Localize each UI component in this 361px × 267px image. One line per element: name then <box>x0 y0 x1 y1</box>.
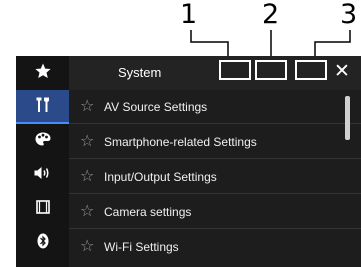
sidebar-item-theme[interactable] <box>16 124 69 158</box>
list-item[interactable]: ☆ AV Source Settings <box>69 90 361 124</box>
list-item-label: Wi-Fi Settings <box>104 240 179 254</box>
header-bar: System ✕ <box>69 56 361 90</box>
favorite-star-icon[interactable]: ☆ <box>80 133 94 149</box>
callout-2: 2 <box>262 0 280 30</box>
sidebar-item-video[interactable] <box>16 192 69 226</box>
list-item[interactable]: ☆ Input/Output Settings <box>69 160 361 194</box>
sidebar <box>16 56 69 267</box>
list-item-label: Input/Output Settings <box>104 170 217 184</box>
bluetooth-icon <box>37 233 49 254</box>
list-item[interactable]: ☆ Camera settings <box>69 195 361 229</box>
sidebar-item-audio[interactable] <box>16 158 69 192</box>
list-item-label: Smartphone-related Settings <box>104 135 257 149</box>
page-title: System <box>118 65 162 80</box>
favorite-star-icon[interactable]: ☆ <box>80 203 94 219</box>
film-icon <box>35 199 50 219</box>
favorite-star-icon[interactable]: ☆ <box>80 168 94 184</box>
list-item-label: AV Source Settings <box>104 100 208 114</box>
list-item-label: Camera settings <box>104 205 192 219</box>
sidebar-item-system[interactable] <box>16 90 69 124</box>
device-screen: System ✕ ☆ AV Source Settings ☆ Smartpho… <box>16 56 361 267</box>
sidebar-item-favorite[interactable] <box>16 56 69 90</box>
favorite-star-icon[interactable]: ☆ <box>80 238 94 254</box>
palette-icon <box>35 132 51 151</box>
callout-3: 3 <box>340 0 358 30</box>
header-button-3[interactable] <box>295 60 327 80</box>
tools-icon <box>36 97 50 118</box>
sidebar-item-bluetooth[interactable] <box>16 226 69 260</box>
scrollbar[interactable] <box>345 96 350 140</box>
speaker-icon <box>34 166 52 185</box>
settings-list: ☆ AV Source Settings ☆ Smartphone-relate… <box>69 90 361 267</box>
list-item[interactable]: ☆ Wi-Fi Settings <box>69 230 361 264</box>
close-icon[interactable]: ✕ <box>334 62 350 81</box>
header-button-2[interactable] <box>255 60 287 80</box>
star-icon <box>34 63 51 84</box>
list-item[interactable]: ☆ Smartphone-related Settings <box>69 125 361 159</box>
favorite-star-icon[interactable]: ☆ <box>80 98 94 114</box>
header-button-1[interactable] <box>219 60 251 80</box>
callout-1: 1 <box>180 0 198 30</box>
